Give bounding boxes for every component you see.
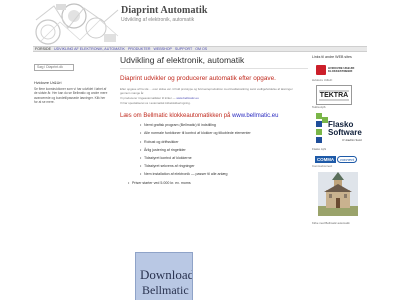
list-item: Robust og driftssikker (140, 140, 308, 144)
title-divider (120, 68, 308, 69)
ad-church-caption: Kirke med Bellmatic automatik (312, 220, 350, 225)
ad-tektra[interactable]: TEKTRA Tektra ApS (312, 85, 370, 109)
menu-item-produkter[interactable]: PRODUKTER (128, 47, 151, 51)
paragraph-3: Vi har specialiseret os i automatisk kir… (120, 101, 191, 106)
ad-hvidovre-ur-line2: KLOKKESTØBERI (328, 69, 353, 73)
ad-commaconnect-text-b: connect (337, 155, 358, 163)
feature-list: Nemt grafisk program (Bellmatic) til ind… (120, 123, 308, 176)
list-item: Alle normale funktioner til kontrol af k… (140, 131, 308, 135)
church-image (318, 171, 358, 216)
price-line: Priser starter ved 5.000 kr. ex. moms (120, 181, 308, 185)
ad-flasko-text: Flasko Software (328, 120, 362, 137)
page-title: Udvikling af elektronik, automatik (120, 55, 245, 65)
ad-flasko-line2: Software (328, 127, 362, 137)
menu-item-support[interactable]: SUPPORT (175, 47, 192, 51)
ad-commaconnect-logo: COMMA connect (315, 154, 363, 164)
paragraph-1: Efter opgave af fra idé ... over skitse … (120, 87, 293, 95)
paragraph-2: Vi producerer ringeautomatikker til kirk… (120, 96, 296, 101)
site-title[interactable]: Diaprint Automatik (121, 5, 208, 16)
ad-flasko-subtext: V/ Joachim Sund (342, 138, 362, 142)
main-menu: FORSIDE UDVIKLING AF ELEKTRONIK, AUTOMAT… (33, 46, 367, 52)
menu-item-udvikling[interactable]: UDVIKLING AF ELEKTRONIK, AUTOMATIK (54, 47, 125, 51)
list-item: Nemt grafisk program (Bellmatic) til ind… (140, 123, 308, 127)
bellmatic-link[interactable]: www.bellmatic.eu (232, 113, 278, 119)
ad-tektra-text: TEKTRA (318, 89, 350, 101)
ad-commaconnect-caption: CommaConnect (312, 164, 333, 169)
ad-commaconnect[interactable]: COMMA connect CommaConnect (312, 154, 370, 168)
ad-flasko[interactable]: Flasko Software V/ Joachim Sund Flasko Ap… (312, 112, 370, 151)
list-item: Nem installation af elektronik — passer … (140, 172, 308, 176)
right-sidebar-title: Links til andre WEB sites (312, 55, 352, 59)
left-section-text: Se flere konstruktioner som vi har udvik… (34, 87, 108, 105)
download-bellmatic-button[interactable]: Download Bellmatic (135, 252, 193, 300)
ad-hvidovre-ur-caption: Hvidovre Ur&Uri (312, 78, 333, 82)
right-sidebar: Links til andre WEB sites HVIDOVRE UR&UR… (312, 55, 370, 225)
search-input[interactable] (34, 63, 74, 71)
menu-item-webshop[interactable]: WEBSHOP (154, 47, 172, 51)
ad-flasko-logo: Flasko Software V/ Joachim Sund (316, 112, 362, 147)
square-icon (316, 128, 322, 135)
site-tagline: Udvikling af elektronik, automatik (121, 17, 195, 23)
ad-hvidovre-ur[interactable]: HVIDOVRE UR&URI KLOKKESTØBERI Hvidovre Ur… (312, 62, 370, 82)
download-label: Download (140, 267, 193, 282)
paragraph-2-link[interactable]: www.bellmatic.eu (176, 96, 198, 100)
ad-tektra-caption: Tektra ApS (312, 105, 326, 110)
menu-item-om-os[interactable]: OM OS (195, 47, 207, 51)
ad-tektra-logo: TEKTRA (316, 85, 352, 106)
main-content: Udvikling af elektronik, automatik Diapr… (120, 55, 308, 300)
square-icon (316, 136, 322, 143)
bellmatic-heading-text: Læs om Bellmatic klokkeautomatikken på (120, 113, 233, 120)
left-section-title: Hvidovre Ur&Uri (34, 81, 62, 85)
ad-flasko-caption: Flasko ApS (312, 146, 327, 151)
download-label-product: Bellmatic (142, 283, 189, 297)
ad-hvidovre-ur-text: HVIDOVRE UR&URI KLOKKESTØBERI (328, 66, 354, 73)
paragraph-2-text: Vi producerer ringeautomatikker til kirk… (120, 96, 177, 101)
intro-text: Diaprint udvikler og producerer automati… (120, 75, 276, 82)
left-sidebar: Hvidovre Ur&Uri Se flere konstruktioner … (34, 55, 116, 105)
menu-item-forside[interactable]: FORSIDE (35, 47, 51, 51)
list-item: Årlig justering af ringetider (140, 148, 308, 152)
list-item: Tidsstyret kontrol af klokkerne (140, 156, 308, 160)
list-item: Tidsstyret sekvens af ringninger (140, 164, 308, 168)
site-logo-icon[interactable] (34, 2, 120, 46)
bellmatic-heading: Læs om Bellmatic klokkeautomatikken på w… (120, 113, 308, 119)
bell-icon (316, 65, 326, 75)
ad-hvidovre-ur-logo: HVIDOVRE UR&URI KLOKKESTØBERI (312, 62, 362, 78)
ad-commaconnect-text-a: COMMA (315, 155, 337, 163)
site-header: Diaprint Automatik Udvikling af elektron… (0, 0, 400, 46)
ad-church[interactable]: Kirke med Bellmatic automatik (312, 171, 370, 225)
